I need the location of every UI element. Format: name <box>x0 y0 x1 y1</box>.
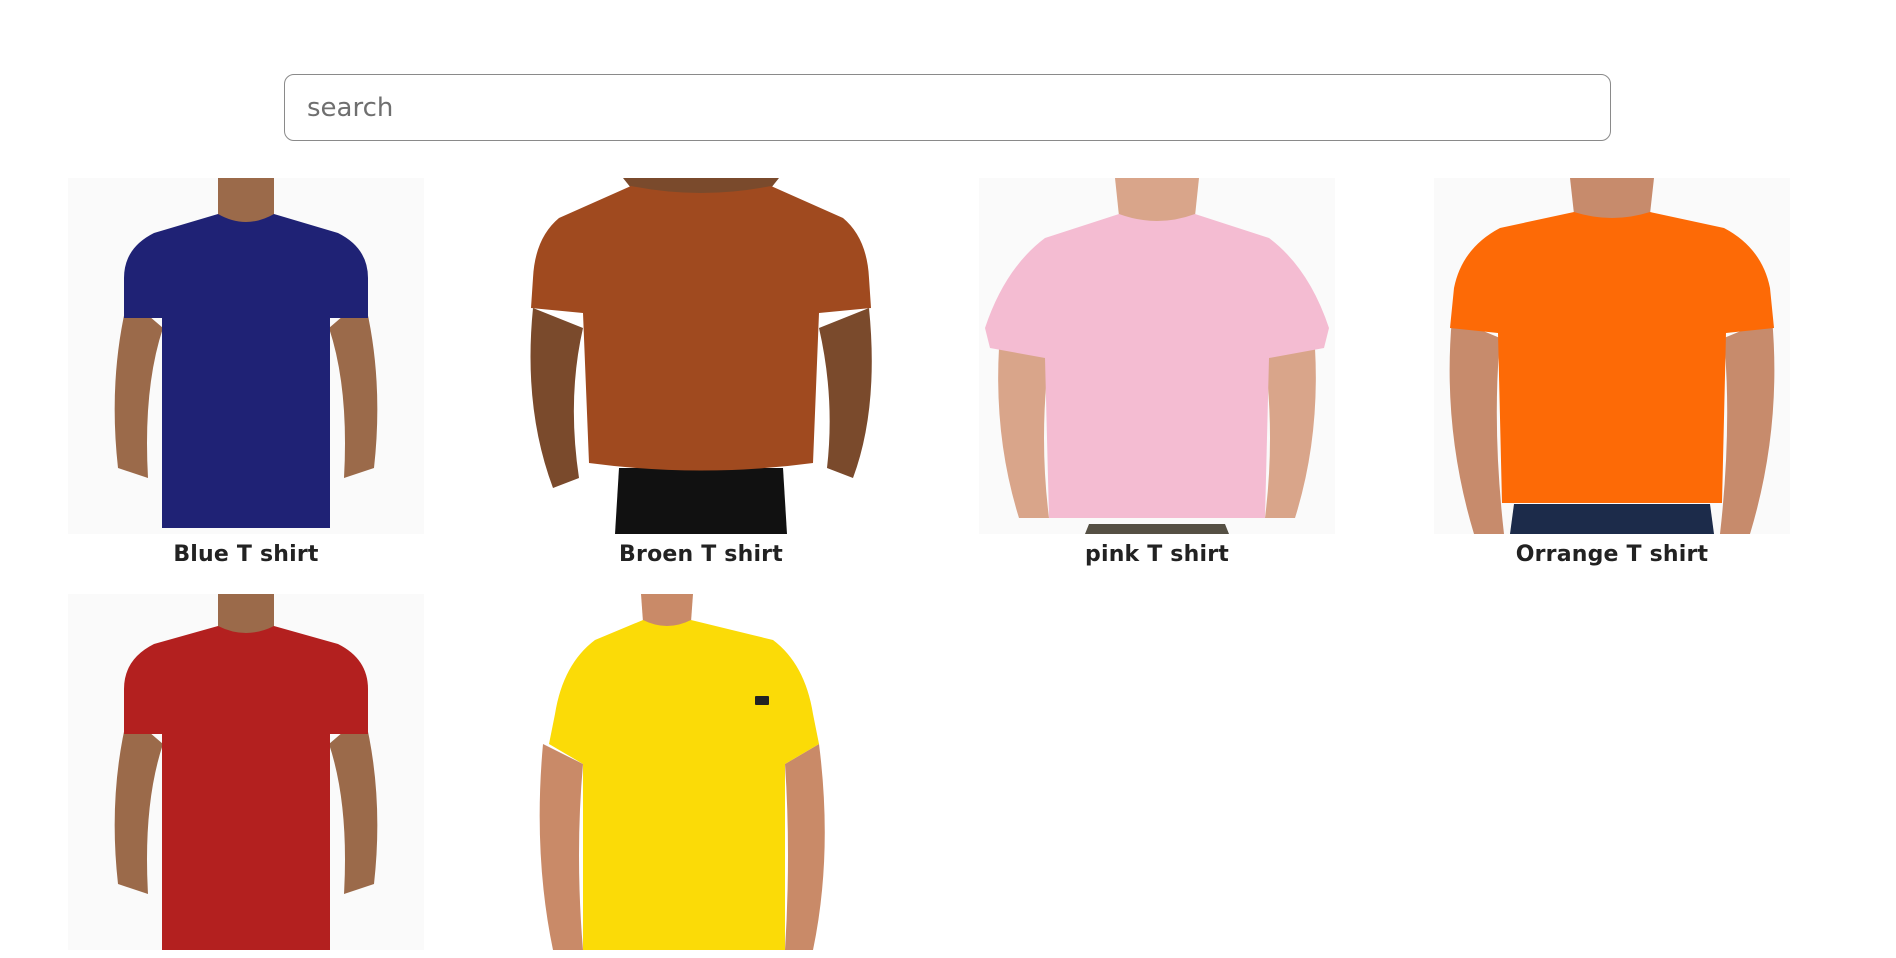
t-shirt <box>549 620 819 950</box>
search-input[interactable] <box>284 74 1611 141</box>
product-image[interactable] <box>979 178 1335 534</box>
product-image[interactable] <box>523 178 879 534</box>
product-name[interactable]: pink T shirt <box>979 542 1335 567</box>
neck <box>218 178 274 224</box>
product-image[interactable] <box>68 594 424 950</box>
product-image[interactable] <box>1434 178 1790 534</box>
neck <box>1570 178 1654 219</box>
t-shirt-image <box>523 594 879 950</box>
product-name[interactable]: Broen T shirt <box>523 542 879 567</box>
t-shirt-image <box>979 178 1335 534</box>
product-image[interactable] <box>68 178 424 534</box>
pants <box>1085 524 1229 534</box>
product-name[interactable]: Blue T shirt <box>68 542 424 567</box>
product-card[interactable]: Blue T shirt <box>68 178 424 567</box>
t-shirt-image <box>68 178 424 534</box>
neck <box>218 594 274 634</box>
pants <box>615 468 787 534</box>
product-card[interactable] <box>68 594 424 958</box>
search-bar <box>284 74 1611 141</box>
product-image[interactable] <box>523 594 879 950</box>
product-card[interactable]: Orrange T shirt <box>1434 178 1790 567</box>
product-name[interactable]: Orrange T shirt <box>1434 542 1790 567</box>
t-shirt-image <box>523 178 879 534</box>
chest-logo <box>755 696 769 705</box>
t-shirt-image <box>68 594 424 950</box>
product-card[interactable]: pink T shirt <box>979 178 1335 567</box>
pants <box>1510 504 1714 534</box>
t-shirt-image <box>1434 178 1790 534</box>
neck <box>1115 178 1199 222</box>
neck <box>641 594 693 627</box>
product-card[interactable] <box>523 594 879 958</box>
product-card[interactable]: Broen T shirt <box>523 178 879 567</box>
